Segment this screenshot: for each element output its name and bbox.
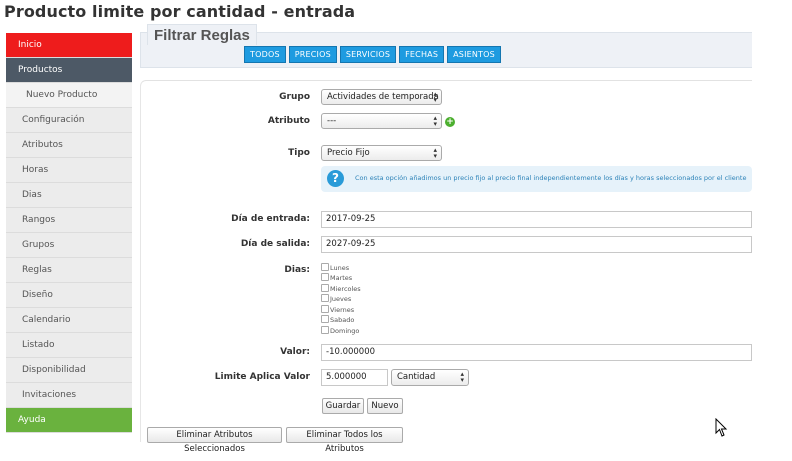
day-checkbox-sabado[interactable]: Sabado [321, 315, 354, 325]
filter-precios-button[interactable]: PRECIOS [288, 46, 337, 63]
filter-asientos-button[interactable]: ASIENTOS [447, 46, 501, 63]
day-label: Martes [330, 274, 353, 282]
checkbox-icon [321, 263, 329, 271]
day-checkbox-domingo[interactable]: Domingo [321, 326, 359, 336]
add-attribute-icon[interactable]: + [445, 117, 455, 127]
tipo-label: Tipo [288, 148, 310, 158]
sidebar-item-diseno[interactable]: Diseño [6, 283, 132, 308]
checkbox-icon [321, 284, 329, 292]
sidebar-item-ayuda[interactable]: Ayuda [6, 408, 132, 433]
info-box: ? Con esta opción añadimos un precio fij… [321, 166, 752, 192]
sidebar: Inicio Productos Nuevo Producto Configur… [6, 33, 132, 433]
tipo-select[interactable]: Precio Fijo ▴ ▾ [321, 145, 442, 161]
sidebar-item-productos[interactable]: Productos [6, 58, 132, 83]
day-label: Miercoles [330, 285, 361, 293]
day-checkbox-martes[interactable]: Martes [321, 273, 352, 283]
sidebar-item-calendario[interactable]: Calendario [6, 308, 132, 333]
limite-input[interactable]: 5.000000 [321, 369, 388, 386]
sidebar-item-grupos[interactable]: Grupos [6, 233, 132, 258]
sidebar-item-configuracion[interactable]: Configuración [6, 108, 132, 133]
sidebar-item-rangos[interactable]: Rangos [6, 208, 132, 233]
eliminar-atributos-seleccionados-button[interactable]: Eliminar Atributos Seleccionados [147, 427, 282, 454]
valor-input[interactable]: -10.000000 [321, 344, 752, 361]
entrada-date-input[interactable]: 2017-09-25 [321, 211, 752, 228]
limite-label: Limite Aplica Valor [214, 372, 310, 382]
day-label: Jueves [330, 295, 352, 303]
eliminar-todos-atributos-button[interactable]: Eliminar Todos los Atributos [286, 427, 403, 454]
checkbox-icon [321, 294, 329, 302]
day-label: Viernes [330, 306, 355, 314]
checkbox-icon [321, 326, 329, 334]
sidebar-item-invitaciones[interactable]: Invitaciones [6, 383, 132, 408]
select-arrows-icon: ▴ ▾ [433, 114, 437, 128]
sidebar-item-listado[interactable]: Listado [6, 333, 132, 358]
atributo-select-value: --- [327, 116, 337, 126]
sidebar-item-horas[interactable]: Horas [6, 158, 132, 183]
grupo-select[interactable]: Actividades de temporada ▴ ▾ [321, 89, 442, 105]
sidebar-item-atributos[interactable]: Atributos [6, 133, 132, 158]
select-arrows-icon: ▴ ▾ [433, 146, 437, 160]
checkbox-icon [321, 315, 329, 323]
sidebar-item-inicio[interactable]: Inicio [6, 33, 132, 58]
day-checkbox-viernes[interactable]: Viernes [321, 305, 354, 315]
atributo-label: Atributo [267, 116, 310, 126]
valor-label: Valor: [280, 347, 310, 357]
day-checkbox-lunes[interactable]: Lunes [321, 263, 349, 273]
filter-buttons: TODOS PRECIOS SERVICIOS FECHAS ASIENTOS [244, 46, 501, 63]
day-checkbox-miercoles[interactable]: Miercoles [321, 284, 361, 294]
salida-label: Día de salida: [240, 239, 310, 249]
help-icon: ? [327, 170, 344, 187]
atributo-select[interactable]: --- ▴ ▾ [321, 113, 442, 129]
checkbox-icon [321, 273, 329, 281]
sidebar-item-disponibilidad[interactable]: Disponibilidad [6, 358, 132, 383]
mouse-cursor-icon [715, 418, 728, 437]
rule-form-panel [140, 80, 752, 442]
day-label: Lunes [330, 264, 350, 272]
day-label: Domingo [330, 327, 360, 335]
select-arrows-icon: ▴ ▾ [433, 90, 437, 104]
filter-todos-button[interactable]: TODOS [244, 46, 286, 63]
grupo-select-value: Actividades de temporada [327, 92, 439, 102]
sidebar-item-reglas[interactable]: Reglas [6, 258, 132, 283]
sidebar-item-dias[interactable]: Dias [6, 183, 132, 208]
limite-unit-value: Cantidad [397, 372, 436, 382]
dias-label: Dias: [284, 265, 310, 275]
salida-date-input[interactable]: 2027-09-25 [321, 236, 752, 253]
day-label: Sabado [330, 316, 355, 324]
filter-fechas-button[interactable]: FECHAS [399, 46, 445, 63]
grupo-label: Grupo [279, 92, 310, 102]
limite-unit-select[interactable]: Cantidad ▴ ▾ [391, 369, 469, 386]
filter-servicios-button[interactable]: SERVICIOS [339, 46, 397, 63]
nuevo-button[interactable]: Nuevo [367, 398, 403, 414]
checkbox-icon [321, 305, 329, 313]
guardar-button[interactable]: Guardar [322, 398, 364, 414]
tipo-select-value: Precio Fijo [327, 148, 370, 158]
select-arrows-icon: ▴ ▾ [460, 370, 464, 384]
filter-legend: Filtrar Reglas [147, 24, 257, 45]
day-checkbox-jueves[interactable]: Jueves [321, 294, 351, 304]
entrada-label: Día de entrada: [231, 214, 310, 224]
page-title: Producto limite por cantidad - entrada [4, 2, 356, 21]
sidebar-item-nuevo-producto[interactable]: Nuevo Producto [6, 83, 132, 108]
info-text: Con esta opción añadimos un precio fijo … [355, 174, 747, 182]
